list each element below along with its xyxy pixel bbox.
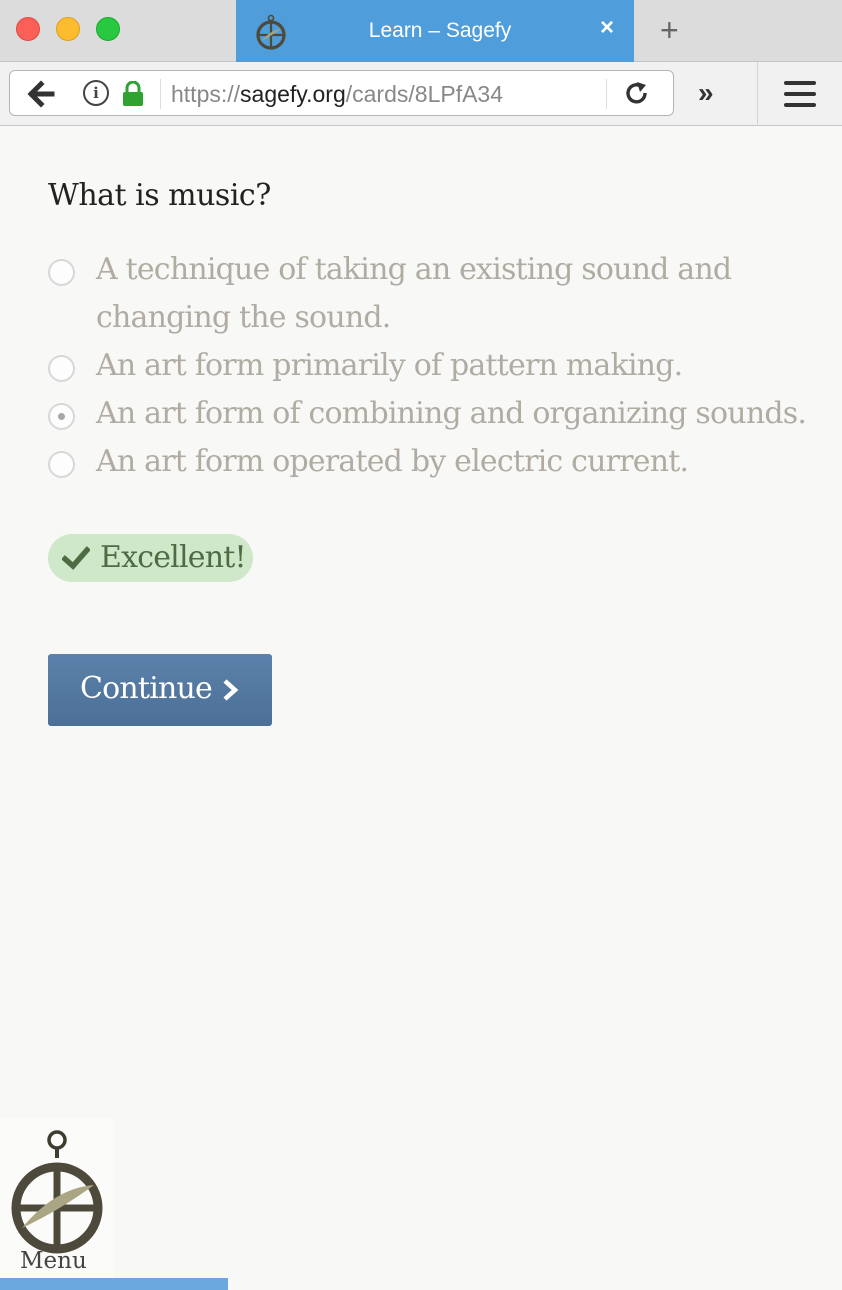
continue-button-label: Continue bbox=[80, 671, 213, 706]
radio-button[interactable] bbox=[48, 259, 75, 286]
answer-option-label: An art form operated by electric current… bbox=[96, 444, 689, 479]
reload-divider bbox=[606, 79, 607, 109]
sagefy-logo-icon bbox=[11, 1130, 103, 1254]
answer-option[interactable]: A technique of taking an existing sound … bbox=[48, 246, 808, 342]
lock-icon bbox=[123, 81, 143, 106]
window-close-button[interactable] bbox=[16, 17, 40, 41]
url-text[interactable]: https://sagefy.org/cards/8LPfA34 bbox=[171, 81, 503, 108]
info-icon[interactable]: i bbox=[83, 80, 109, 106]
window-maximize-button[interactable] bbox=[96, 17, 120, 41]
radio-button[interactable] bbox=[48, 355, 75, 382]
url-bar[interactable]: i https://sagefy.org/cards/8LPfA34 bbox=[70, 70, 674, 116]
continue-button[interactable]: Continue bbox=[48, 654, 272, 726]
url-path: /cards/8LPfA34 bbox=[345, 81, 504, 107]
chevron-right-icon bbox=[223, 679, 239, 701]
url-divider bbox=[160, 79, 161, 109]
window-minimize-button[interactable] bbox=[56, 17, 80, 41]
question-text: What is music? bbox=[48, 178, 271, 213]
progress-bar bbox=[0, 1278, 228, 1290]
answer-option-selected[interactable]: An art form of combining and organizing … bbox=[48, 390, 808, 438]
url-prefix: https:// bbox=[171, 81, 241, 107]
new-tab-button[interactable]: + bbox=[660, 12, 679, 48]
radio-button-checked[interactable] bbox=[48, 403, 75, 430]
tab-close-icon[interactable]: × bbox=[600, 14, 614, 42]
title-bar: Learn – Sagefy × + bbox=[0, 0, 842, 62]
back-button[interactable] bbox=[9, 70, 71, 116]
toolbar-divider bbox=[757, 62, 758, 126]
checkmark-icon bbox=[62, 546, 90, 570]
feedback-badge: Excellent! bbox=[48, 534, 253, 582]
url-host: sagefy.org bbox=[240, 81, 346, 107]
answer-option-label: An art form of combining and organizing … bbox=[96, 396, 807, 431]
tab-title: Learn – Sagefy bbox=[368, 19, 512, 42]
back-arrow-icon bbox=[27, 80, 55, 108]
reload-icon[interactable] bbox=[623, 80, 651, 108]
overflow-icon[interactable]: » bbox=[698, 78, 714, 108]
answer-option[interactable]: An art form operated by electric current… bbox=[48, 438, 808, 486]
answer-option-label: A technique of taking an existing sound … bbox=[96, 252, 732, 335]
sagefy-favicon-icon bbox=[256, 14, 286, 50]
menu-label[interactable]: Menu bbox=[20, 1248, 87, 1274]
radio-button[interactable] bbox=[48, 451, 75, 478]
answer-option[interactable]: An art form primarily of pattern making. bbox=[48, 342, 808, 390]
tab-active[interactable]: Learn – Sagefy × bbox=[236, 0, 634, 62]
feedback-text: Excellent! bbox=[100, 540, 247, 575]
answer-option-label: An art form primarily of pattern making. bbox=[96, 348, 683, 383]
answer-options: A technique of taking an existing sound … bbox=[48, 246, 808, 486]
hamburger-icon[interactable] bbox=[784, 81, 816, 107]
nav-toolbar: i https://sagefy.org/cards/8LPfA34 » bbox=[0, 62, 842, 126]
